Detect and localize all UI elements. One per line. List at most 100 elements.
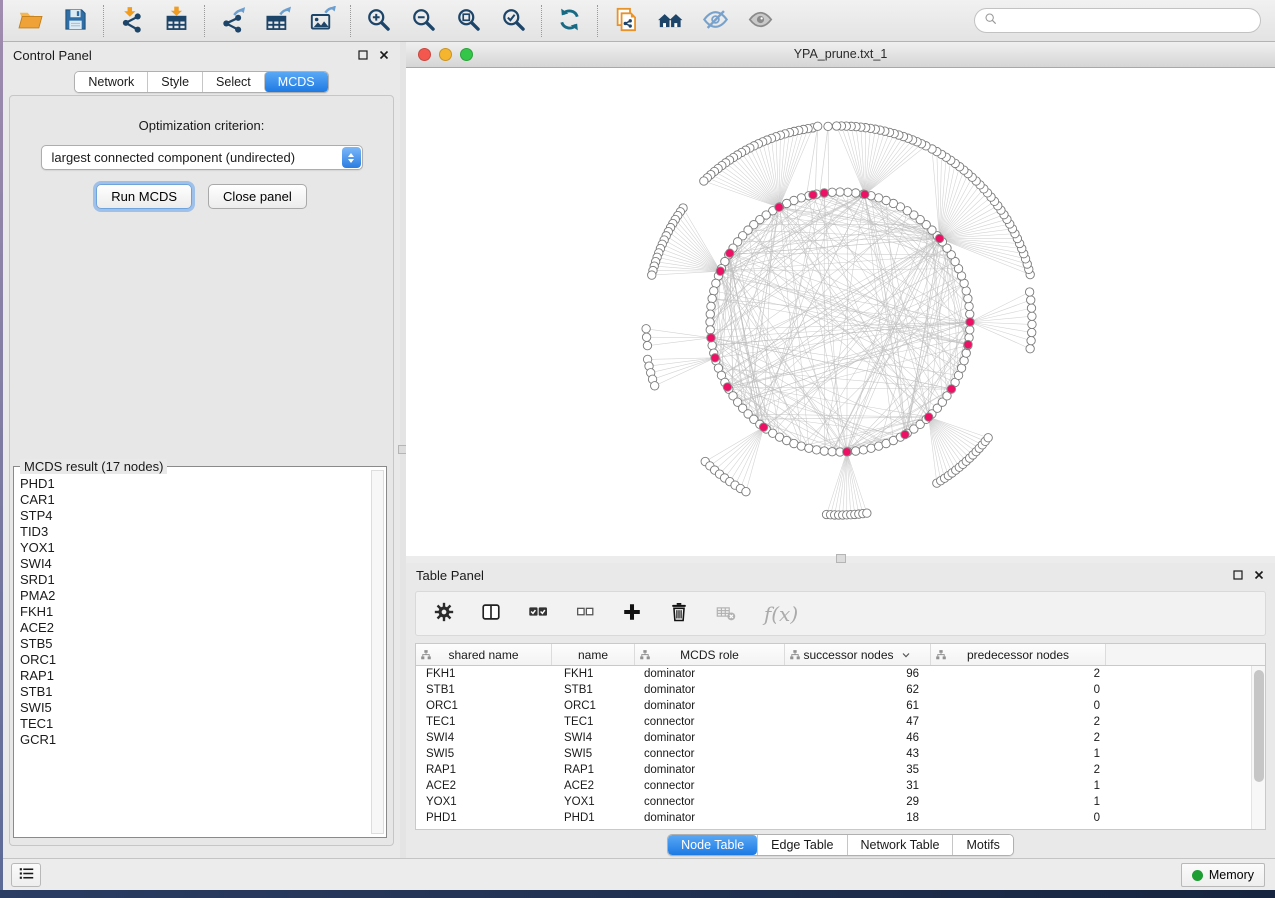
network-window-titlebar[interactable]: YPA_prune.txt_1 [406, 42, 1275, 68]
table-cell[interactable]: 31 [785, 778, 931, 794]
table-cell[interactable]: RAP1 [552, 762, 635, 778]
table-cell[interactable]: FKH1 [552, 666, 635, 682]
export-table-button[interactable] [263, 6, 292, 35]
table-row[interactable]: YOX1YOX1connector291 [416, 794, 1265, 810]
mcds-node-item[interactable]: GCR1 [20, 732, 386, 748]
minimize-window-button[interactable] [439, 48, 452, 61]
table-row[interactable]: TEC1TEC1connector472 [416, 714, 1265, 730]
scrollbar-thumb[interactable] [1254, 670, 1264, 782]
table-cell[interactable]: 2 [931, 762, 1106, 778]
table-cell[interactable]: 29 [785, 794, 931, 810]
mcds-node-item[interactable]: ORC1 [20, 652, 386, 668]
run-mcds-button[interactable]: Run MCDS [96, 184, 192, 209]
toggle-columns-button[interactable] [479, 602, 502, 625]
column-header-predecessor-nodes[interactable]: predecessor nodes [931, 644, 1106, 665]
mcds-node[interactable] [947, 385, 955, 393]
first-neighbors-button[interactable] [656, 6, 685, 35]
search-box[interactable] [974, 8, 1261, 33]
float-panel-icon[interactable] [357, 49, 369, 61]
table-cell[interactable]: 1 [931, 794, 1106, 810]
open-file-button[interactable] [16, 6, 45, 35]
table-cell[interactable]: 43 [785, 746, 931, 762]
import-table-button[interactable] [162, 6, 191, 35]
float-panel-icon[interactable] [1232, 569, 1244, 581]
mcds-node-item[interactable]: STP4 [20, 508, 386, 524]
table-cell[interactable]: SWI4 [416, 730, 552, 746]
table-cell[interactable]: TEC1 [416, 714, 552, 730]
table-row[interactable]: SWI4SWI4dominator462 [416, 730, 1265, 746]
tab-motifs[interactable]: Motifs [952, 835, 1012, 855]
column-header-successor-nodes[interactable]: successor nodes [785, 644, 931, 665]
table-cell[interactable]: 2 [931, 730, 1106, 746]
table-cell[interactable]: 0 [931, 698, 1106, 714]
zoom-selected-button[interactable] [499, 6, 528, 35]
table-row[interactable]: ACE2ACE2connector311 [416, 778, 1265, 794]
mcds-node[interactable] [935, 234, 943, 242]
table-cell[interactable]: 1 [931, 746, 1106, 762]
table-row[interactable]: SWI5SWI5connector431 [416, 746, 1265, 762]
table-cell[interactable]: 0 [931, 682, 1106, 698]
table-scrollbar[interactable] [1251, 666, 1265, 829]
table-cell[interactable]: ACE2 [416, 778, 552, 794]
network-graph[interactable] [406, 68, 1275, 556]
table-row[interactable]: PHD1PHD1dominator180 [416, 810, 1265, 826]
mcds-node[interactable] [901, 430, 909, 438]
table-cell[interactable]: SWI4 [552, 730, 635, 746]
table-cell[interactable]: STB1 [416, 682, 552, 698]
delete-column-button[interactable] [667, 602, 690, 625]
mcds-node-item[interactable]: SWI5 [20, 700, 386, 716]
table-cell[interactable]: PHD1 [416, 810, 552, 826]
select-all-rows-button[interactable] [526, 602, 549, 625]
table-cell[interactable]: dominator [635, 730, 785, 746]
optimization-criterion-select[interactable]: largest connected component (undirected) [41, 145, 363, 170]
close-panel-button[interactable]: Close panel [208, 184, 307, 209]
tab-edge-table[interactable]: Edge Table [757, 835, 846, 855]
mcds-node-item[interactable]: TEC1 [20, 716, 386, 732]
table-cell[interactable]: STB1 [552, 682, 635, 698]
mcds-node-item[interactable]: SRD1 [20, 572, 386, 588]
table-cell[interactable]: 35 [785, 762, 931, 778]
mcds-node[interactable] [964, 340, 972, 348]
table-cell[interactable]: dominator [635, 762, 785, 778]
show-panels-button[interactable] [11, 863, 41, 887]
table-cell[interactable]: 2 [931, 714, 1106, 730]
table-cell[interactable]: connector [635, 714, 785, 730]
mcds-node[interactable] [966, 318, 974, 326]
column-header-shared-name[interactable]: shared name [416, 644, 552, 665]
save-session-button[interactable] [61, 6, 90, 35]
table-cell[interactable]: 18 [785, 810, 931, 826]
mcds-list-scrollbar[interactable] [371, 470, 384, 834]
mcds-node-item[interactable]: RAP1 [20, 668, 386, 684]
table-cell[interactable]: dominator [635, 666, 785, 682]
mcds-node-item[interactable]: STB1 [20, 684, 386, 700]
table-cell[interactable]: 2 [931, 666, 1106, 682]
table-cell[interactable]: 0 [931, 810, 1106, 826]
table-cell[interactable]: ORC1 [552, 698, 635, 714]
table-cell[interactable]: 1 [931, 778, 1106, 794]
duplicate-network-button[interactable] [611, 6, 640, 35]
mcds-node-item[interactable]: CAR1 [20, 492, 386, 508]
network-canvas[interactable] [406, 68, 1275, 556]
show-all-button[interactable] [746, 6, 775, 35]
table-cell[interactable]: YOX1 [552, 794, 635, 810]
table-cell[interactable]: 62 [785, 682, 931, 698]
mcds-node[interactable] [723, 383, 731, 391]
table-cell[interactable]: FKH1 [416, 666, 552, 682]
export-network-button[interactable] [218, 6, 247, 35]
deselect-all-rows-button[interactable] [573, 602, 596, 625]
mcds-node[interactable] [707, 334, 715, 342]
table-cell[interactable]: SWI5 [552, 746, 635, 762]
export-image-button[interactable] [308, 6, 337, 35]
tab-network-table[interactable]: Network Table [847, 835, 953, 855]
column-header-MCDS-role[interactable]: MCDS role [635, 644, 785, 665]
table-cell[interactable]: ACE2 [552, 778, 635, 794]
mcds-node-item[interactable]: SWI4 [20, 556, 386, 572]
table-cell[interactable]: dominator [635, 698, 785, 714]
zoom-in-button[interactable] [364, 6, 393, 35]
table-row[interactable]: ORC1ORC1dominator610 [416, 698, 1265, 714]
memory-button[interactable]: Memory [1181, 863, 1265, 887]
table-cell[interactable]: RAP1 [416, 762, 552, 778]
close-panel-icon[interactable] [378, 49, 390, 61]
tab-mcds[interactable]: MCDS [264, 72, 328, 92]
mcds-node-item[interactable]: PHD1 [20, 476, 386, 492]
